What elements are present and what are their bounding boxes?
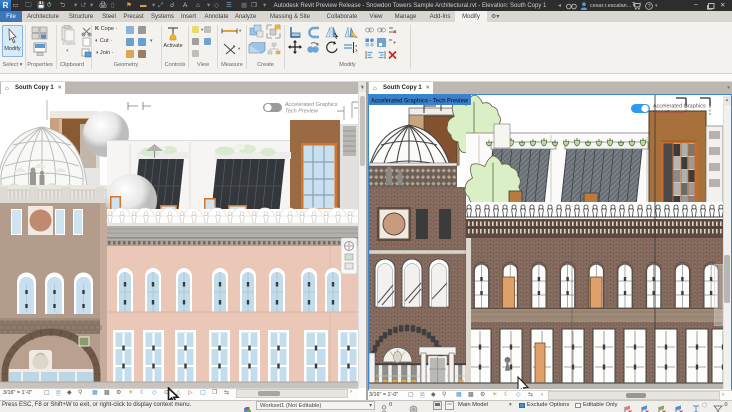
svg-text:Accelerated Graphics: Accelerated Graphics xyxy=(285,102,338,108)
svg-text:?: ? xyxy=(648,4,651,10)
svg-text:Tech Preview: Tech Preview xyxy=(285,109,319,115)
